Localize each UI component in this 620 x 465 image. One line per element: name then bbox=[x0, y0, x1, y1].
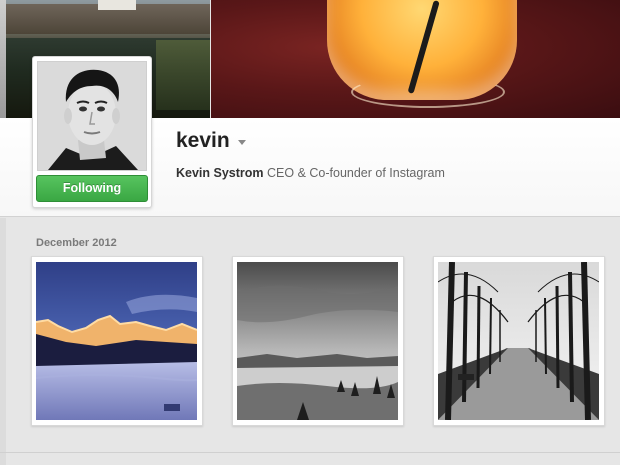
profile-avatar-card: Following bbox=[32, 56, 152, 208]
profile-bio-text: CEO & Co-founder of Instagram bbox=[263, 166, 445, 180]
avatar[interactable] bbox=[37, 61, 147, 171]
profile-username-menu[interactable]: kevin bbox=[176, 129, 246, 153]
photo-thumbnail-lake[interactable] bbox=[232, 256, 404, 426]
photo-image bbox=[438, 262, 599, 420]
photo-image bbox=[36, 262, 197, 420]
profile-bio: Kevin Systrom CEO & Co-founder of Instag… bbox=[176, 166, 445, 180]
photo-thumbnail-mountains[interactable] bbox=[31, 256, 203, 426]
profile-username: kevin bbox=[176, 129, 230, 152]
month-label: December 2012 bbox=[36, 237, 117, 249]
header-photo-drink[interactable] bbox=[211, 0, 620, 118]
photo-image bbox=[237, 262, 398, 420]
photo-thumbnail-path[interactable] bbox=[433, 256, 605, 426]
section-divider bbox=[0, 452, 620, 453]
page-gutter bbox=[0, 218, 6, 465]
profile-full-name: Kevin Systrom bbox=[176, 166, 264, 180]
following-button[interactable]: Following bbox=[36, 175, 148, 202]
dropdown-caret-icon[interactable] bbox=[237, 139, 246, 145]
